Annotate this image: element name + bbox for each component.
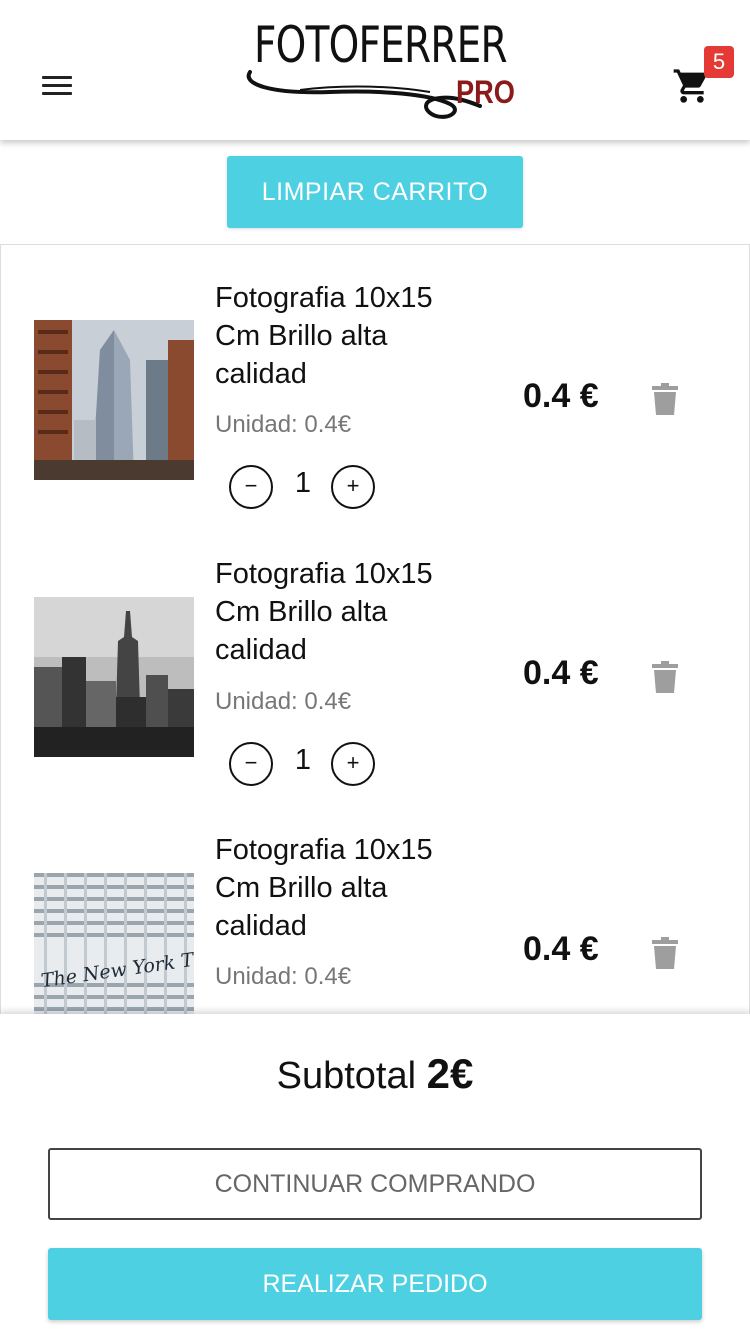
continue-shopping-button[interactable]: CONTINUAR COMPRANDO — [48, 1148, 702, 1220]
unit-price: Unidad: 0.4€ — [215, 963, 352, 990]
checkout-footer: Subtotal 2€ CONTINUAR COMPRANDO REALIZAR… — [0, 1014, 750, 1334]
item-price: 0.4 € — [523, 930, 599, 968]
increase-quantity-button[interactable]: + — [331, 465, 375, 509]
product-thumbnail[interactable]: The New York Times — [34, 873, 194, 1025]
quantity-value: 1 — [294, 744, 312, 776]
logo-wordmark: FOTOFERRER — [254, 16, 508, 74]
clear-cart-button[interactable]: LIMPIAR CARRITO — [227, 156, 523, 228]
unit-price: Unidad: 0.4€ — [215, 688, 352, 715]
cart-item: The New York Times Fotografia 10x15 Cm B… — [1, 797, 749, 1025]
subtotal: Subtotal 2€ — [0, 1050, 750, 1098]
subtotal-value: 2€ — [426, 1050, 474, 1097]
cart-count-badge: 5 — [704, 46, 734, 78]
app-header: FOTOFERRER PRO 5 — [0, 0, 750, 140]
product-title: Fotografia 10x15 Cm Brillo alta calidad — [215, 282, 433, 390]
subtotal-label: Subtotal — [276, 1055, 417, 1097]
trash-icon[interactable] — [652, 937, 678, 969]
fotoferrer-logo[interactable]: FOTOFERRER PRO — [240, 10, 515, 125]
cart-item-list: Fotografia 10x15 Cm Brillo alta calidad … — [0, 244, 750, 1025]
logo-pro: PRO — [456, 74, 515, 110]
hamburger-menu-icon[interactable] — [38, 72, 76, 100]
product-thumbnail[interactable] — [34, 320, 194, 480]
place-order-button[interactable]: REALIZAR PEDIDO — [48, 1248, 702, 1320]
trash-icon[interactable] — [652, 661, 678, 693]
cart-item: Fotografia 10x15 Cm Brillo alta calidad … — [1, 245, 749, 521]
quantity-value: 1 — [294, 467, 312, 499]
cart-item: Fotografia 10x15 Cm Brillo alta calidad … — [1, 521, 749, 797]
item-price: 0.4 € — [523, 654, 599, 692]
increase-quantity-button[interactable]: + — [331, 742, 375, 786]
product-title: Fotografia 10x15 Cm Brillo alta calidad — [215, 558, 433, 666]
decrease-quantity-button[interactable]: − — [229, 742, 273, 786]
product-thumbnail[interactable] — [34, 597, 194, 757]
trash-icon[interactable] — [652, 383, 678, 415]
decrease-quantity-button[interactable]: − — [229, 465, 273, 509]
item-price: 0.4 € — [523, 377, 599, 415]
product-title: Fotografia 10x15 Cm Brillo alta calidad — [215, 834, 433, 942]
unit-price: Unidad: 0.4€ — [215, 411, 352, 438]
